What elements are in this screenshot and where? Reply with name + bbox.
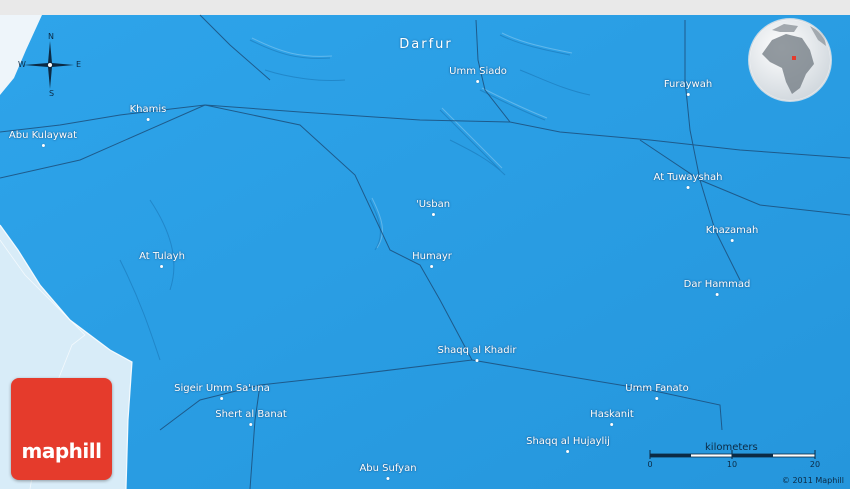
terrain-layer (0, 0, 850, 489)
compass-east-label: E (76, 60, 82, 69)
compass-west-label: W (18, 60, 26, 69)
place-label[interactable]: Umm Fanato (625, 383, 689, 400)
place-name: Shert al Banat (215, 409, 287, 420)
compass-south-label: S (49, 89, 55, 98)
place-marker (715, 293, 719, 296)
place-name: Furaywah (663, 79, 713, 90)
place-marker (476, 80, 480, 83)
maphill-logo[interactable]: maphill (11, 378, 112, 480)
place-marker (730, 239, 734, 242)
place-marker (686, 186, 690, 189)
place-marker (475, 359, 479, 362)
place-marker (686, 93, 690, 96)
compass-north-label: N (48, 32, 54, 41)
place-marker (146, 118, 150, 121)
place-name: Shaqq al Khadir (437, 345, 517, 356)
place-label[interactable]: At Tulayh (139, 251, 185, 268)
globe-africa-locator-icon (748, 18, 832, 102)
place-label[interactable]: 'Usban (416, 199, 450, 216)
scale-tick-label: 10 (726, 460, 738, 469)
map-view[interactable]: Darfur Umm Siado Khamis Abu Kulaywat Fur… (0, 0, 850, 489)
scale-tick-label: 20 (809, 460, 821, 469)
place-label[interactable]: Khamis (129, 104, 167, 121)
place-name: Haskanit (590, 409, 634, 420)
place-label[interactable]: Abu Kulaywat (9, 130, 77, 147)
place-name: At Tuwayshah (653, 172, 723, 183)
place-name: Sigeir Umm Sa'una (174, 383, 270, 394)
place-name: At Tulayh (139, 251, 185, 262)
top-border (0, 0, 850, 15)
place-label[interactable]: Khazamah (705, 225, 759, 242)
place-label[interactable]: Furaywah (664, 79, 712, 96)
place-name: Shaqq al Hujaylij (526, 436, 610, 447)
place-name: Khazamah (705, 225, 759, 236)
scale-tick-label: 0 (647, 460, 653, 469)
place-marker (249, 423, 253, 426)
copyright-text: © 2011 Maphill (781, 476, 844, 485)
place-label[interactable]: Shaqq al Khadir (437, 345, 517, 362)
place-label[interactable]: Shert al Banat (215, 409, 287, 426)
compass-star-icon (24, 41, 74, 89)
place-name: Khamis (129, 104, 167, 115)
place-marker (386, 477, 390, 480)
place-name: Umm Siado (449, 66, 507, 77)
place-marker (41, 144, 45, 147)
place-label[interactable]: Sigeir Umm Sa'una (174, 383, 270, 400)
place-label[interactable]: Umm Siado (449, 66, 507, 83)
region-label: Darfur (399, 37, 453, 52)
place-label[interactable]: At Tuwayshah (653, 172, 723, 189)
place-label[interactable]: Dar Hammad (683, 279, 751, 296)
place-marker (220, 397, 224, 400)
place-label[interactable]: Abu Sufyan (359, 463, 417, 480)
place-name: Abu Kulaywat (8, 130, 78, 141)
place-marker (655, 397, 659, 400)
place-name: Abu Sufyan (359, 463, 417, 474)
place-marker (431, 213, 435, 216)
place-label[interactable]: Shaqq al Hujaylij (526, 436, 610, 453)
logo-text: maphill (21, 439, 102, 463)
compass-rose-icon: N S W E (18, 32, 82, 98)
place-name: Humayr (412, 251, 452, 262)
place-name: Dar Hammad (683, 279, 751, 290)
place-marker (430, 265, 434, 268)
place-label[interactable]: Humayr (412, 251, 452, 268)
place-label[interactable]: Haskanit (590, 409, 634, 426)
place-marker (610, 423, 614, 426)
place-marker (160, 265, 164, 268)
place-name: 'Usban (415, 199, 451, 210)
place-marker (566, 450, 570, 453)
place-name: Umm Fanato (625, 383, 689, 394)
